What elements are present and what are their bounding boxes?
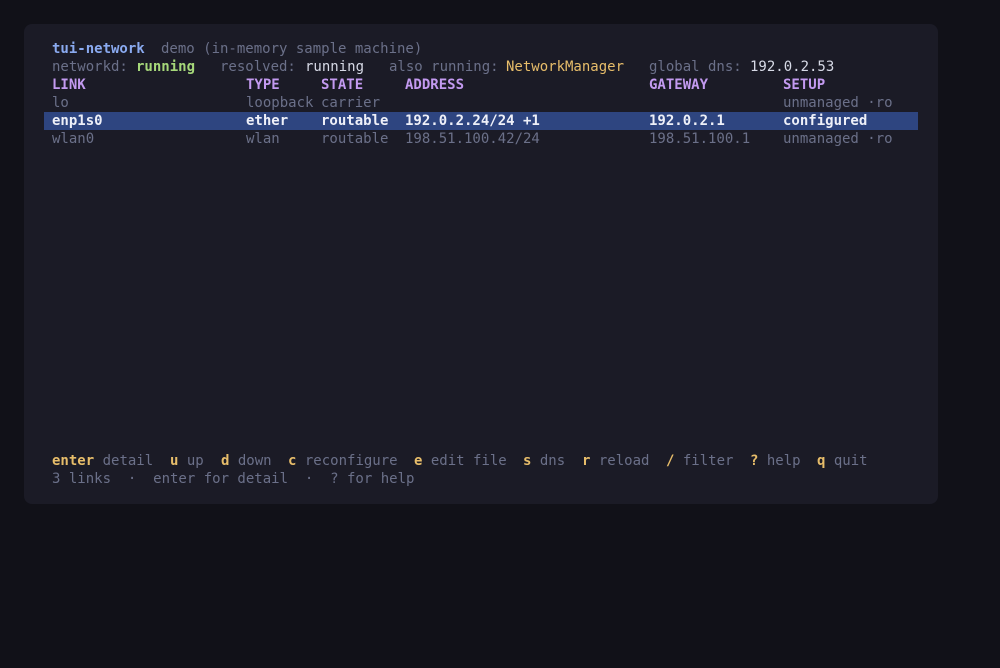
keybar-item-detail[interactable]: enter detail [52, 452, 153, 470]
column-header-link: LINK [52, 77, 86, 93]
keybar-item-filter[interactable]: / filter [666, 452, 733, 470]
key-label: q [817, 453, 826, 469]
key-description: edit file [430, 453, 507, 469]
column-header-type: TYPE [246, 77, 280, 93]
row-type: loopback [246, 95, 314, 111]
global-dns-label: global dns: [649, 59, 742, 75]
key-description: filter [682, 453, 734, 469]
header-line: tui-network demo (in-memory sample machi… [44, 40, 918, 58]
row-setup: unmanaged ·ro [783, 95, 893, 111]
keybar-item-down[interactable]: d down [221, 452, 272, 470]
footer-text: 3 links · enter for detail · ? for help [52, 471, 415, 487]
column-header-state: STATE [321, 77, 364, 93]
terminal-window: tui-network demo (in-memory sample machi… [24, 24, 938, 504]
resolved-status: running [305, 59, 365, 75]
key-label: d [221, 453, 230, 469]
keybar-item-dns[interactable]: s dns [523, 452, 565, 470]
column-header-address: ADDRESS [405, 77, 465, 93]
row-setup: unmanaged ·ro [783, 131, 893, 147]
keybar-item-reconfigure[interactable]: c reconfigure [288, 452, 398, 470]
key-label: / [666, 453, 675, 469]
column-header-gateway: GATEWAY [649, 77, 709, 93]
key-label: enter [52, 453, 95, 469]
keybar-item-reload[interactable]: r reload [582, 452, 649, 470]
table-row-selected[interactable]: enp1s0 ether routable 192.0.2.24/24 +1 1… [44, 112, 918, 130]
key-label: s [523, 453, 532, 469]
row-gateway: 192.0.2.1 [649, 113, 725, 129]
key-description: dns [539, 453, 566, 469]
keybar-item-help[interactable]: ? help [750, 452, 801, 470]
key-label: ? [750, 453, 759, 469]
key-description: quit [833, 453, 868, 469]
key-description: up [186, 453, 204, 469]
row-address: 198.51.100.42/24 [405, 131, 540, 147]
status-line: networkd: running resolved: running also… [44, 58, 918, 76]
row-type: ether [246, 113, 289, 129]
row-state: routable [321, 113, 389, 129]
global-dns-value: 192.0.2.53 [750, 59, 835, 75]
keybar-item-edit-file[interactable]: e edit file [414, 452, 507, 470]
keybar-item-quit[interactable]: q quit [817, 452, 868, 470]
row-setup: configured [783, 113, 868, 129]
key-description: reload [598, 453, 650, 469]
key-description: reconfigure [304, 453, 398, 469]
row-state: carrier [321, 95, 381, 111]
app-name: tui-network [52, 41, 145, 57]
table-row[interactable]: lo loopback carrier unmanaged ·ro [44, 94, 918, 112]
table-row[interactable]: wlan0 wlan routable 198.51.100.42/24 198… [44, 130, 918, 148]
resolved-label: resolved: [220, 59, 296, 75]
table-header: LINK TYPE STATE ADDRESS GATEWAY SETUP [44, 76, 918, 94]
key-description: help [766, 453, 801, 469]
app-subtitle: demo (in-memory sample machine) [161, 41, 423, 57]
column-header-setup: SETUP [783, 77, 826, 93]
row-type: wlan [246, 131, 280, 147]
key-label: c [288, 453, 297, 469]
row-link: enp1s0 [52, 113, 103, 129]
key-label: r [582, 453, 591, 469]
row-address: 192.0.2.24/24 +1 [405, 113, 540, 129]
keybar: enter detail u up d down c reconfigure e… [44, 452, 918, 470]
key-description: down [237, 453, 272, 469]
row-gateway: 198.51.100.1 [649, 131, 751, 147]
networkd-status: running [136, 59, 196, 75]
also-running-value: NetworkManager [506, 59, 625, 75]
key-label: u [170, 453, 179, 469]
also-running-label: also running: [389, 59, 499, 75]
row-link: wlan0 [52, 131, 95, 147]
row-state: routable [321, 131, 389, 147]
footer-status: 3 links · enter for detail · ? for help [44, 470, 918, 488]
keybar-item-up[interactable]: u up [170, 452, 204, 470]
row-link: lo [52, 95, 69, 111]
key-description: detail [102, 453, 154, 469]
key-label: e [414, 453, 423, 469]
networkd-label: networkd: [52, 59, 128, 75]
